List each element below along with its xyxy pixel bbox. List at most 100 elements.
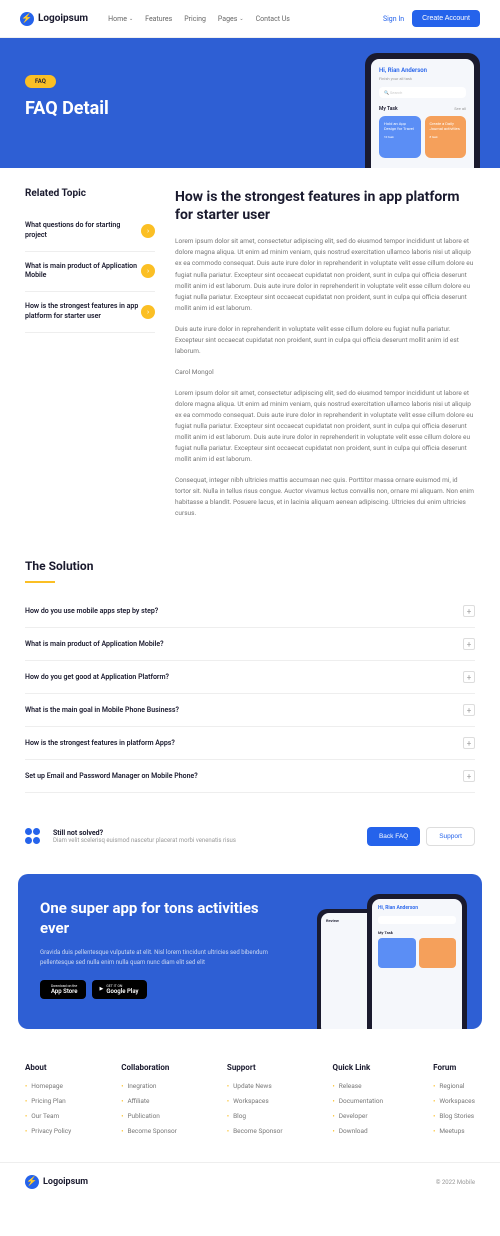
- create-account-button[interactable]: Create Account: [412, 10, 480, 27]
- arrow-icon: ›: [141, 224, 155, 238]
- cta-desc: Gravida duis pellentesque vulputate at e…: [40, 948, 271, 967]
- logo-icon: ⚡: [20, 12, 34, 26]
- phone-subtitle: Finish your all task: [379, 76, 466, 81]
- phone-greeting: Hi, Rian Anderson: [379, 67, 466, 74]
- footer: About Homepage Pricing Plan Our Team Privacy…: [0, 1043, 500, 1162]
- footer-link[interactable]: Meetups: [433, 1127, 475, 1135]
- footer-link[interactable]: Workspaces: [227, 1097, 283, 1105]
- cta-banner: One super app for tons activities ever G…: [18, 874, 482, 1029]
- footer-link[interactable]: Regional: [433, 1082, 475, 1090]
- footer-link[interactable]: Blog: [227, 1112, 283, 1120]
- accordion-item-6[interactable]: Set up Email and Password Manager on Mob…: [25, 760, 475, 793]
- help-desc: Diam velit scelerisq euismod nascetur pl…: [53, 837, 236, 844]
- footer-col: Forum Regional Workspaces Blog Stories Meetu…: [433, 1063, 475, 1142]
- support-button[interactable]: Support: [426, 827, 475, 846]
- playstore-button[interactable]: ▶GET IT ONGoogle Play: [92, 980, 147, 999]
- help-bar: Still not solved? Diam velit scelerisq e…: [0, 813, 500, 860]
- solution: The Solution How do you use mobile apps …: [0, 549, 500, 813]
- footer-col: About Homepage Pricing Plan Our Team Privacy…: [25, 1063, 71, 1142]
- topic-item-1[interactable]: What questions do for starting project›: [25, 211, 155, 252]
- footer-link[interactable]: Affiliate: [121, 1097, 177, 1105]
- logo[interactable]: ⚡ Logoipsum: [20, 12, 88, 26]
- footer-link[interactable]: Pricing Plan: [25, 1097, 71, 1105]
- footer-link[interactable]: Privacy Policy: [25, 1127, 71, 1135]
- footer-link[interactable]: Blog Stories: [433, 1112, 475, 1120]
- nav-actions: Sign In Create Account: [383, 10, 480, 27]
- footer-link[interactable]: Publication: [121, 1112, 177, 1120]
- phone-mockup: Hi, Rian Anderson Finish your all task 🔍…: [365, 53, 480, 168]
- article-p1: Lorem ipsum dolor sit amet, consectetur …: [175, 236, 475, 313]
- arrow-icon: ›: [141, 305, 155, 319]
- footer-col-title: Support: [227, 1063, 283, 1072]
- nav-features[interactable]: Features: [145, 15, 172, 23]
- appstore-button[interactable]: Download on theApp Store: [40, 980, 86, 999]
- topic-item-3[interactable]: How is the strongest features in app pla…: [25, 292, 155, 333]
- article-title: How is the strongest features in app pla…: [175, 188, 475, 224]
- sidebar: Related Topic What questions do for star…: [25, 188, 155, 529]
- footer-link[interactable]: Homepage: [25, 1082, 71, 1090]
- help-title: Still not solved?: [53, 829, 236, 837]
- nav-pages[interactable]: Pages ⌄: [218, 15, 244, 23]
- plus-icon: +: [463, 638, 475, 650]
- solution-title: The Solution: [25, 559, 475, 573]
- cta-title: One super app for tons activities ever: [40, 899, 271, 938]
- footer-link[interactable]: Become Sponsor: [227, 1127, 283, 1135]
- help-text: Still not solved? Diam velit scelerisq e…: [53, 829, 236, 844]
- footer-link[interactable]: Our Team: [25, 1112, 71, 1120]
- accordion-item-4[interactable]: What is the main goal in Mobile Phone Bu…: [25, 694, 475, 727]
- article-p2: Duis aute irure dolor in reprehenderit i…: [175, 324, 475, 357]
- footer-col-title: Forum: [433, 1063, 475, 1072]
- footer-col-title: Collaboration: [121, 1063, 177, 1072]
- phone-card-1: Hold an App Design for Travel10 task: [379, 116, 421, 158]
- brand-text: Logoipsum: [38, 13, 88, 24]
- nav-home[interactable]: Home ⌄: [108, 15, 133, 23]
- plus-icon: +: [463, 605, 475, 617]
- people-icon: [25, 828, 43, 846]
- accordion-item-2[interactable]: What is main product of Application Mobi…: [25, 628, 475, 661]
- logo-icon: ⚡: [25, 1175, 39, 1189]
- cta-phone-front: Hi, Rian AndersonMy Task: [367, 894, 467, 1029]
- footer-link[interactable]: Become Sponsor: [121, 1127, 177, 1135]
- nav-pricing[interactable]: Pricing: [184, 15, 206, 23]
- footer-link[interactable]: Release: [333, 1082, 384, 1090]
- accordion-item-5[interactable]: How is the strongest features in platfor…: [25, 727, 475, 760]
- article: How is the strongest features in app pla…: [175, 188, 475, 529]
- sidebar-title: Related Topic: [25, 188, 155, 199]
- plus-icon: +: [463, 737, 475, 749]
- footer-col-title: Quick Link: [333, 1063, 384, 1072]
- chevron-down-icon: ⌄: [129, 16, 133, 22]
- footer-link[interactable]: Developer: [333, 1112, 384, 1120]
- footer-col: Quick Link Release Documentation Developer D…: [333, 1063, 384, 1142]
- footer-link[interactable]: Workspaces: [433, 1097, 475, 1105]
- sign-in-link[interactable]: Sign In: [383, 15, 404, 23]
- article-author: Carol Mongol: [175, 367, 475, 378]
- plus-icon: +: [463, 704, 475, 716]
- footer-logo[interactable]: ⚡ Logoipsum: [25, 1175, 88, 1189]
- phone-section: My Task See all: [379, 106, 466, 112]
- footer-link[interactable]: Update News: [227, 1082, 283, 1090]
- footer-col: Support Update News Workspaces Blog Become S…: [227, 1063, 283, 1142]
- nav-links: Home ⌄ Features Pricing Pages ⌄ Contact …: [108, 15, 290, 23]
- article-p3: Lorem ipsum dolor sit amet, consectetur …: [175, 388, 475, 465]
- content: Related Topic What questions do for star…: [0, 168, 500, 549]
- play-icon: ▶: [100, 986, 104, 992]
- hero: FAQ FAQ Detail Hi, Rian Anderson Finish …: [0, 38, 500, 168]
- accordion-item-3[interactable]: How do you get good at Application Platf…: [25, 661, 475, 694]
- footer-col-title: About: [25, 1063, 71, 1072]
- footer-link[interactable]: Download: [333, 1127, 384, 1135]
- title-underline: [25, 581, 55, 583]
- footer-col: Collaboration Inegration Affiliate Publicat…: [121, 1063, 177, 1142]
- phone-search: 🔍 Search: [379, 87, 466, 98]
- faq-badge: FAQ: [25, 75, 56, 88]
- back-faq-button[interactable]: Back FAQ: [367, 827, 420, 846]
- footer-brand: Logoipsum: [43, 1177, 88, 1187]
- footer-bottom: ⚡ Logoipsum © 2022 Mobile: [0, 1162, 500, 1201]
- phone-card-2: Create a Daily Journal activities8 task: [425, 116, 467, 158]
- footer-link[interactable]: Documentation: [333, 1097, 384, 1105]
- topic-item-2[interactable]: What is main product of Application Mobi…: [25, 252, 155, 293]
- nav-contact[interactable]: Contact Us: [256, 15, 290, 23]
- accordion-item-1[interactable]: How do you use mobile apps step by step?…: [25, 595, 475, 628]
- plus-icon: +: [463, 770, 475, 782]
- footer-link[interactable]: Inegration: [121, 1082, 177, 1090]
- article-p4: Consequat, integer nibh ultricies mattis…: [175, 475, 475, 519]
